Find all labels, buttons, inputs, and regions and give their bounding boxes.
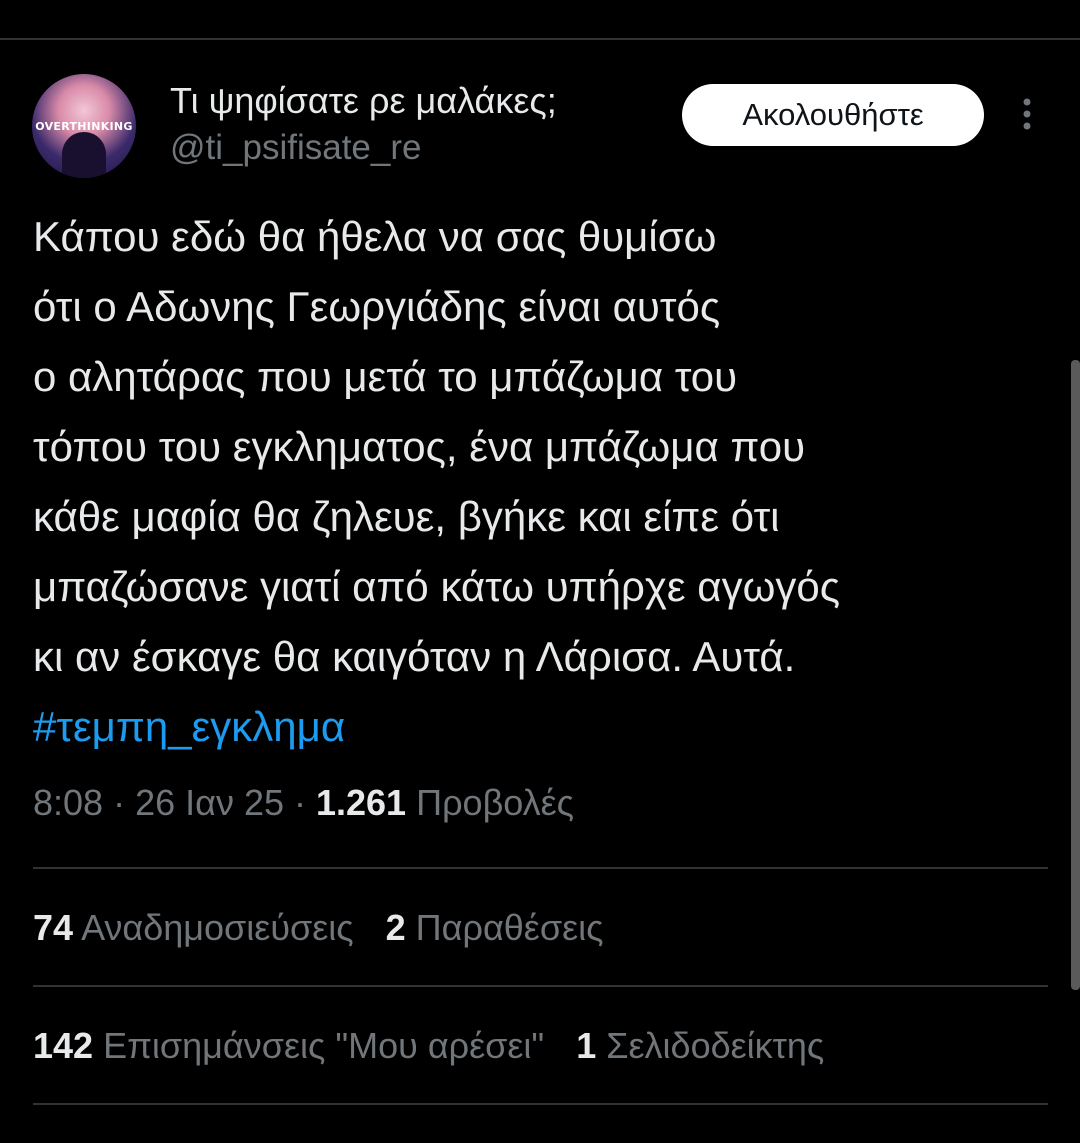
scrollbar[interactable] <box>1071 360 1080 990</box>
follow-button[interactable]: Ακολουθήστε <box>682 84 984 146</box>
stats-row-likes: 142 Επισημάνσεις "Μου αρέσει" 1 Σελιδοδεί… <box>33 1025 856 1067</box>
avatar-text: OVERTHINKING <box>35 120 133 133</box>
tweet-header: OVERTHINKING Τι ψηφίσατε ρε μαλάκες; @ti… <box>0 70 1080 182</box>
tweet-line: ότι ο Αδωνης Γεωργιάδης είναι αυτός <box>33 283 721 330</box>
quotes-label: Παραθέσεις <box>405 907 604 948</box>
tweet-time[interactable]: 8:08 <box>33 782 103 823</box>
divider <box>33 1103 1048 1105</box>
likes-count: 142 <box>33 1025 94 1066</box>
tweet-meta: 8:08 · 26 Ιαν 25 · 1.261 Προβολές <box>33 782 574 824</box>
tweet-line: ο αλητάρας που μετά το μπάζωμα του <box>33 353 738 400</box>
likes-stat[interactable]: 142 Επισημάνσεις "Μου αρέσει" <box>33 1025 544 1066</box>
top-divider <box>0 38 1080 40</box>
likes-label: Επισημάνσεις "Μου αρέσει" <box>93 1025 545 1066</box>
reposts-label: Αναδημοσιεύσεις <box>73 907 354 948</box>
divider <box>33 985 1048 987</box>
meta-separator: · <box>283 782 316 823</box>
hashtag-link[interactable]: #τεμπη_εγκλημα <box>33 692 1043 762</box>
views-count: 1.261 <box>315 782 407 823</box>
reposts-count: 74 <box>33 907 74 948</box>
divider <box>33 867 1048 869</box>
bookmarks-label: Σελιδοδείκτης <box>596 1025 825 1066</box>
more-vertical-icon[interactable] <box>1012 94 1042 134</box>
tweet-line: μπαζώσανε γιατί από κάτω υπήρχε αγωγός <box>33 563 840 610</box>
tweet-date[interactable]: 26 Ιαν 25 <box>135 782 284 823</box>
bookmarks-count: 1 <box>576 1025 597 1066</box>
username[interactable]: @ti_psifisate_re <box>170 128 421 168</box>
reposts-stat[interactable]: 74 Αναδημοσιεύσεις <box>33 907 354 948</box>
display-name[interactable]: Τι ψηφίσατε ρε μαλάκες; <box>170 80 557 122</box>
tweet-line: κάθε μαφία θα ζηλευε, βγήκε και είπε ότι <box>33 493 780 540</box>
tweet-line: τόπου του εγκληματος, ένα μπάζωμα που <box>33 423 806 470</box>
bookmarks-stat[interactable]: 1 Σελιδοδείκτης <box>576 1025 824 1066</box>
quotes-stat[interactable]: 2 Παραθέσεις <box>386 907 604 948</box>
quotes-count: 2 <box>385 907 406 948</box>
stats-row-reposts: 74 Αναδημοσιεύσεις 2 Παραθέσεις <box>33 907 635 949</box>
tweet-line: κι αν έσκαγε θα καιγόταν η Λάρισα. Αυτά. <box>33 633 796 680</box>
tweet-text: Κάπου εδώ θα ήθελα να σας θυμίσω ότι ο Α… <box>33 202 1043 762</box>
meta-separator: · <box>103 782 136 823</box>
tweet-line: Κάπου εδώ θα ήθελα να σας θυμίσω <box>33 213 717 260</box>
avatar-figure <box>62 132 106 178</box>
avatar[interactable]: OVERTHINKING <box>32 74 136 178</box>
views-label: Προβολές <box>406 782 575 823</box>
